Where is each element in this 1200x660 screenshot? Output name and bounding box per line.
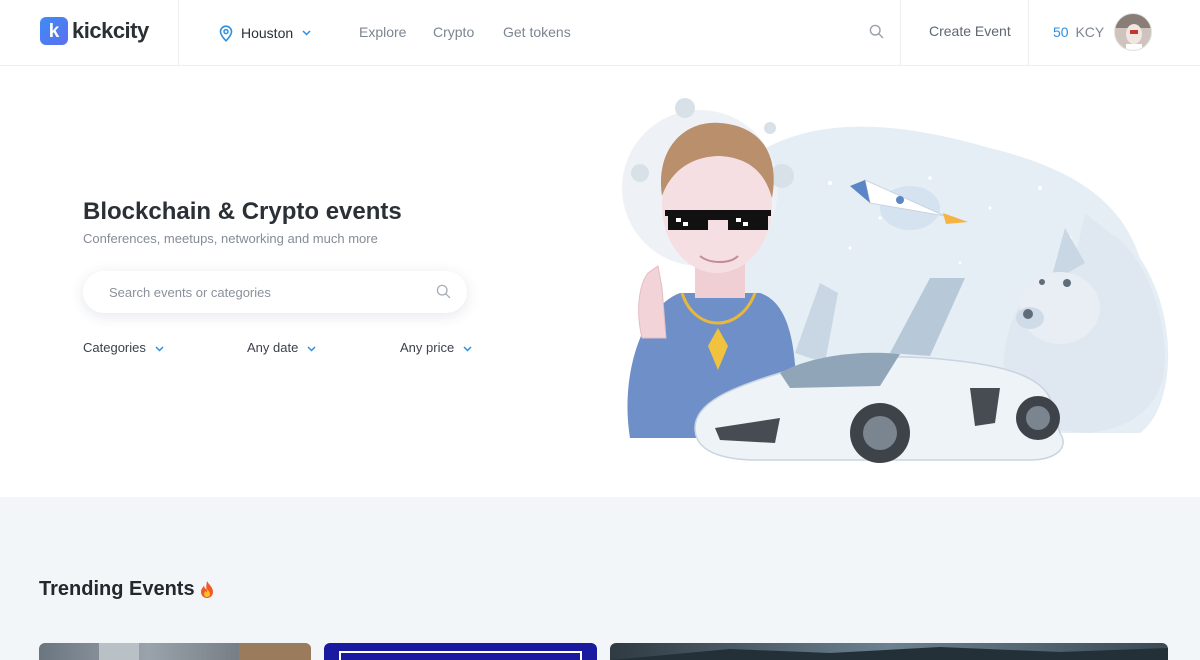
fire-icon (200, 581, 213, 598)
logo-text: kickcity (72, 18, 149, 43)
search-icon[interactable] (436, 284, 451, 299)
chevron-down-icon (307, 345, 316, 352)
city-selector[interactable]: Houston (219, 21, 311, 45)
nav-explore[interactable]: Explore (359, 24, 406, 40)
event-search-input[interactable] (83, 271, 423, 313)
event-search-box (83, 271, 467, 313)
filter-date[interactable]: Any date (247, 340, 316, 355)
hero-illustration (622, 98, 1169, 463)
balance-unit: KCY (1075, 24, 1105, 40)
user-avatar[interactable] (1114, 13, 1152, 51)
page-title: Blockchain & Crypto events (83, 198, 402, 225)
event-card-image (610, 647, 1168, 660)
filter-label: Any price (400, 340, 455, 355)
filter-label: Any date (247, 340, 299, 355)
chevron-down-icon (302, 30, 311, 36)
filter-categories[interactable]: Categories (83, 340, 164, 355)
event-card[interactable] (39, 643, 311, 660)
location-pin-icon (219, 24, 233, 42)
kickcity-logo[interactable]: k kickcity (40, 16, 149, 46)
filter-price[interactable]: Any price (400, 340, 472, 355)
event-card[interactable] (610, 643, 1168, 660)
token-balance[interactable]: 50 KCY (1053, 24, 1104, 40)
header-divider (1028, 0, 1029, 66)
page-subtitle: Conferences, meetups, networking and muc… (83, 231, 378, 246)
filter-label: Categories (83, 340, 146, 355)
search-icon[interactable] (869, 24, 884, 39)
top-header: k kickcity Houston Explore Crypto Get to… (0, 0, 1200, 66)
nav-crypto[interactable]: Crypto (433, 24, 474, 40)
trending-title-text: Trending Events (39, 578, 195, 600)
balance-amount: 50 (1053, 24, 1069, 40)
chevron-down-icon (463, 345, 472, 352)
chevron-down-icon (155, 345, 164, 352)
city-label: Houston (241, 25, 294, 41)
header-divider (900, 0, 901, 66)
event-card-image (339, 651, 582, 660)
event-card[interactable] (324, 643, 597, 660)
avatar-image (1115, 14, 1151, 50)
event-card-image (99, 643, 311, 660)
logo-mark: k (40, 17, 68, 45)
nav-get-tokens[interactable]: Get tokens (503, 24, 571, 40)
trending-title: Trending Events (39, 578, 215, 601)
create-event-button[interactable]: Create Event (929, 23, 1011, 39)
header-divider (178, 0, 179, 66)
